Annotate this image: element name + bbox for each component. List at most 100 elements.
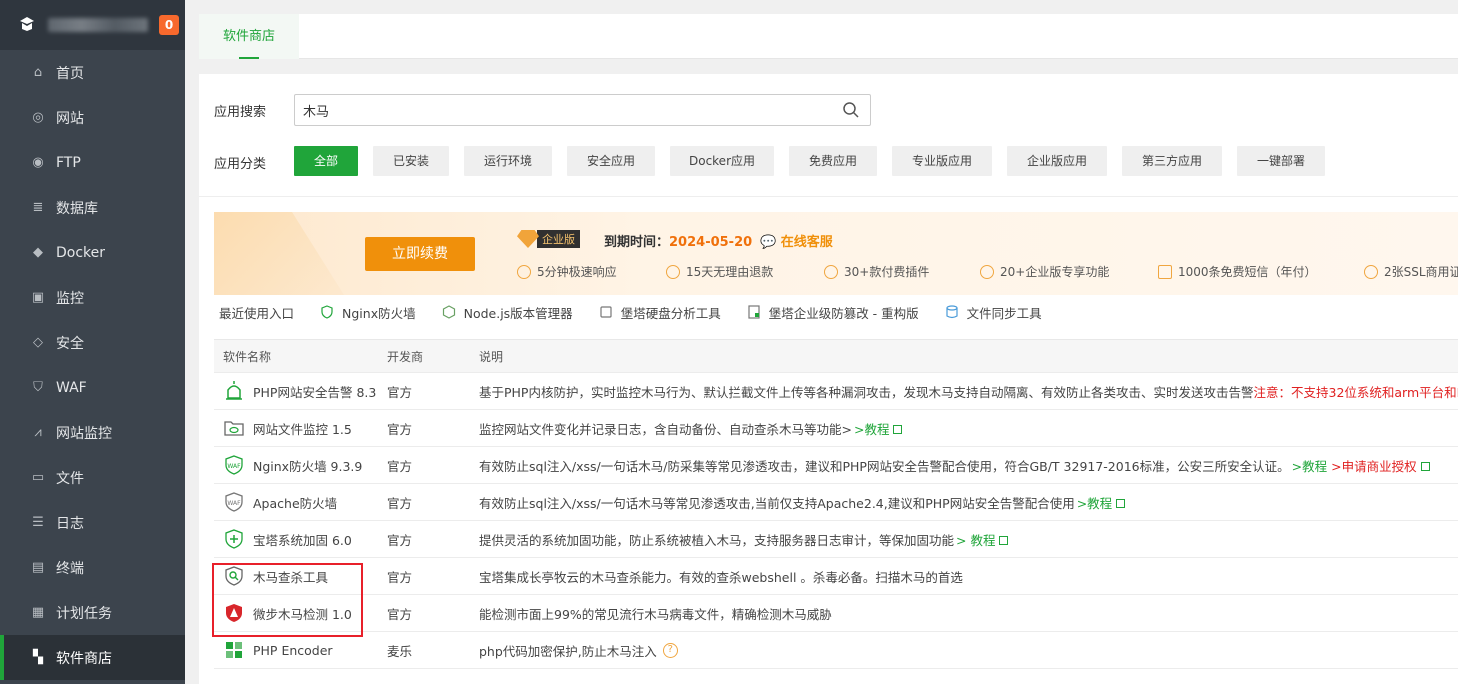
recent-label: 最近使用入口	[219, 305, 295, 321]
sidebar-item-monitor[interactable]: ▣ 监控	[0, 275, 185, 320]
app-name[interactable]: PHP网站安全告警 8.3	[253, 382, 376, 401]
tutorial-link[interactable]: >教程	[1077, 493, 1112, 512]
app-vendor: 官方	[387, 606, 413, 622]
sidebar: 0 ⌂ 首页 ◎ 网站 ◉ FTP ≣ 数据库 ◆ Docker ▣ 监控 ◇ 安全 ⛉ WAF…	[0, 0, 185, 684]
recent-item-disk-analyzer[interactable]: 堡塔硬盘分析工具	[599, 303, 721, 322]
app-name[interactable]: PHP Encoder	[253, 643, 333, 658]
sidebar-item-app-store[interactable]: ▚ 软件商店	[0, 635, 185, 680]
sidebar-item-label: 日志	[56, 515, 84, 532]
chat-icon: 💬	[760, 235, 781, 250]
sidebar-item-files[interactable]: ▭ 文件	[0, 455, 185, 500]
waf-icon: WAF	[223, 491, 245, 513]
app-vendor: 官方	[387, 384, 413, 400]
app-description: 监控网站文件变化并记录日志，含自动备份、自动查杀木马等功能>	[479, 421, 852, 437]
sidebar-item-security[interactable]: ◇ 安全	[0, 320, 185, 365]
table-row[interactable]: 木马查杀工具 官方 宝塔集成长亭牧云的木马查杀能力。有效的查杀webshell …	[214, 558, 1458, 595]
category-installed[interactable]: 已安装	[373, 146, 449, 176]
sidebar-item-waf[interactable]: ⛉ WAF	[0, 365, 185, 410]
tutorial-link[interactable]: >教程	[854, 419, 889, 438]
waf-icon	[321, 305, 333, 319]
app-name[interactable]: 宝塔系统加固 6.0	[253, 530, 352, 549]
table-row[interactable]: PHP网站安全告警 8.3 官方 基于PHP内核防护，实时监控木马行为、默认拦截…	[214, 373, 1458, 410]
sidebar-item-cron[interactable]: ▦ 计划任务	[0, 590, 185, 635]
waf-icon: WAF	[223, 454, 245, 476]
external-link-icon	[1116, 498, 1126, 508]
feature-item: 5分钟极速响应	[517, 263, 617, 280]
sidebar-item-label: FTP	[56, 154, 81, 171]
sidebar-item-docker[interactable]: ◆ Docker	[0, 230, 185, 275]
sidebar-item-ftp[interactable]: ◉ FTP	[0, 140, 185, 185]
sidebar-item-label: WAF	[56, 379, 87, 396]
category-runtime[interactable]: 运行环境	[464, 146, 552, 176]
external-link-icon	[1420, 461, 1430, 471]
table-row[interactable]: 微步木马检测 1.0 官方 能检测市面上99%的常见流行木马病毒文件，精确检测木…	[214, 595, 1458, 632]
tab-bar: 软件商店	[199, 14, 1458, 59]
recent-entries: 最近使用入口 Nginx防火墙 Node.js版本管理器 堡塔硬盘分析工具 堡塔…	[219, 302, 1042, 322]
notification-badge[interactable]: 0	[159, 15, 179, 35]
database-icon: ≣	[32, 200, 44, 215]
sidebar-item-label: 软件商店	[56, 650, 112, 667]
sidebar-item-home[interactable]: ⌂ 首页	[0, 50, 185, 95]
sidebar-item-site-monitor[interactable]: ⩘ 网站监控	[0, 410, 185, 455]
tab-app-store[interactable]: 软件商店	[199, 14, 299, 59]
recent-item-label: 堡塔硬盘分析工具	[620, 305, 721, 321]
recent-item-tamper-proof[interactable]: 堡塔企业级防篡改 - 重构版	[747, 303, 919, 322]
search-icon[interactable]	[842, 101, 860, 119]
recent-item-nginx-waf[interactable]: Nginx防火墙	[320, 303, 416, 322]
recent-item-nodejs[interactable]: Node.js版本管理器	[442, 303, 573, 322]
sidebar-item-database[interactable]: ≣ 数据库	[0, 185, 185, 230]
sidebar-item-website[interactable]: ◎ 网站	[0, 95, 185, 140]
sidebar-item-label: 网站监控	[56, 425, 112, 442]
table-header: 软件名称 开发商 说明	[214, 340, 1458, 373]
tutorial-link[interactable]: >教程	[1292, 456, 1327, 475]
app-name[interactable]: Nginx防火墙 9.3.9	[253, 456, 362, 475]
category-free[interactable]: 免费应用	[789, 146, 877, 176]
sidebar-item-logs[interactable]: ☰ 日志	[0, 500, 185, 545]
category-security[interactable]: 安全应用	[567, 146, 655, 176]
sidebar-item-label: 网站	[56, 110, 84, 127]
logo-icon	[18, 15, 38, 35]
feature-label: 15天无理由退款	[686, 265, 774, 279]
app-name[interactable]: 网站文件监控 1.5	[253, 419, 352, 438]
commercial-license-link[interactable]: >申请商业授权	[1331, 456, 1416, 475]
app-name[interactable]: Apache防火墙	[253, 493, 337, 512]
search-box	[294, 94, 871, 126]
table-row[interactable]: 网站文件监控 1.5 官方 监控网站文件变化并记录日志，含自动备份、自动查杀木马…	[214, 410, 1458, 447]
header-name: 软件名称	[223, 349, 272, 364]
sidebar-item-label: 文件	[56, 470, 84, 487]
help-icon[interactable]: ?	[662, 642, 678, 658]
app-vendor: 官方	[387, 569, 413, 585]
renew-button[interactable]: 立即续费	[365, 237, 475, 271]
category-third-party[interactable]: 第三方应用	[1122, 146, 1222, 176]
calendar-icon: ▦	[31, 605, 45, 620]
docker-icon: ◆	[33, 245, 43, 260]
plugin-icon	[824, 264, 838, 279]
file-sync-icon	[946, 305, 958, 319]
nodejs-icon	[442, 305, 455, 319]
table-row[interactable]: WAF Nginx防火墙 9.3.9 官方 有效防止sql注入/xss/一句话木马…	[214, 447, 1458, 484]
recent-item-label: 文件同步工具	[966, 305, 1042, 321]
sidebar-item-label: Docker	[56, 244, 106, 261]
tutorial-link[interactable]: > 教程	[956, 530, 995, 549]
category-enterprise[interactable]: 企业版应用	[1007, 146, 1107, 176]
expire-date: 2024-05-20	[669, 235, 753, 250]
sidebar-item-label: 终端	[56, 560, 84, 577]
recent-item-file-sync[interactable]: 文件同步工具	[945, 303, 1042, 322]
sidebar-item-terminal[interactable]: ▤ 终端	[0, 545, 185, 590]
category-one-click[interactable]: 一键部署	[1237, 146, 1325, 176]
online-service-link[interactable]: 💬 在线客服	[760, 231, 833, 250]
table-row[interactable]: PHP Encoder 麦乐 php代码加密保护,防止木马注入?	[214, 632, 1458, 669]
category-docker[interactable]: Docker应用	[670, 146, 774, 176]
table-row[interactable]: WAF Apache防火墙 官方 有效防止sql注入/xss/一句话木马等常见渗透…	[214, 484, 1458, 521]
category-label: 应用分类	[214, 157, 267, 172]
home-icon: ⌂	[33, 65, 43, 80]
category-all[interactable]: 全部	[294, 146, 358, 176]
category-pro[interactable]: 专业版应用	[892, 146, 992, 176]
feature-label: 5分钟极速响应	[537, 265, 617, 279]
search-input[interactable]	[295, 95, 815, 125]
refund-icon	[666, 264, 680, 279]
monitor-icon: ▣	[31, 290, 45, 305]
grid-icon: ▚	[33, 650, 43, 665]
table-row[interactable]: 宝塔系统加固 6.0 官方 提供灵活的系统加固功能，防止系统被植入木马，支持服务…	[214, 521, 1458, 558]
software-table: 软件名称 开发商 说明 PHP网站安全告警 8.3 官方 基于PHP内核防护，实…	[214, 339, 1458, 669]
